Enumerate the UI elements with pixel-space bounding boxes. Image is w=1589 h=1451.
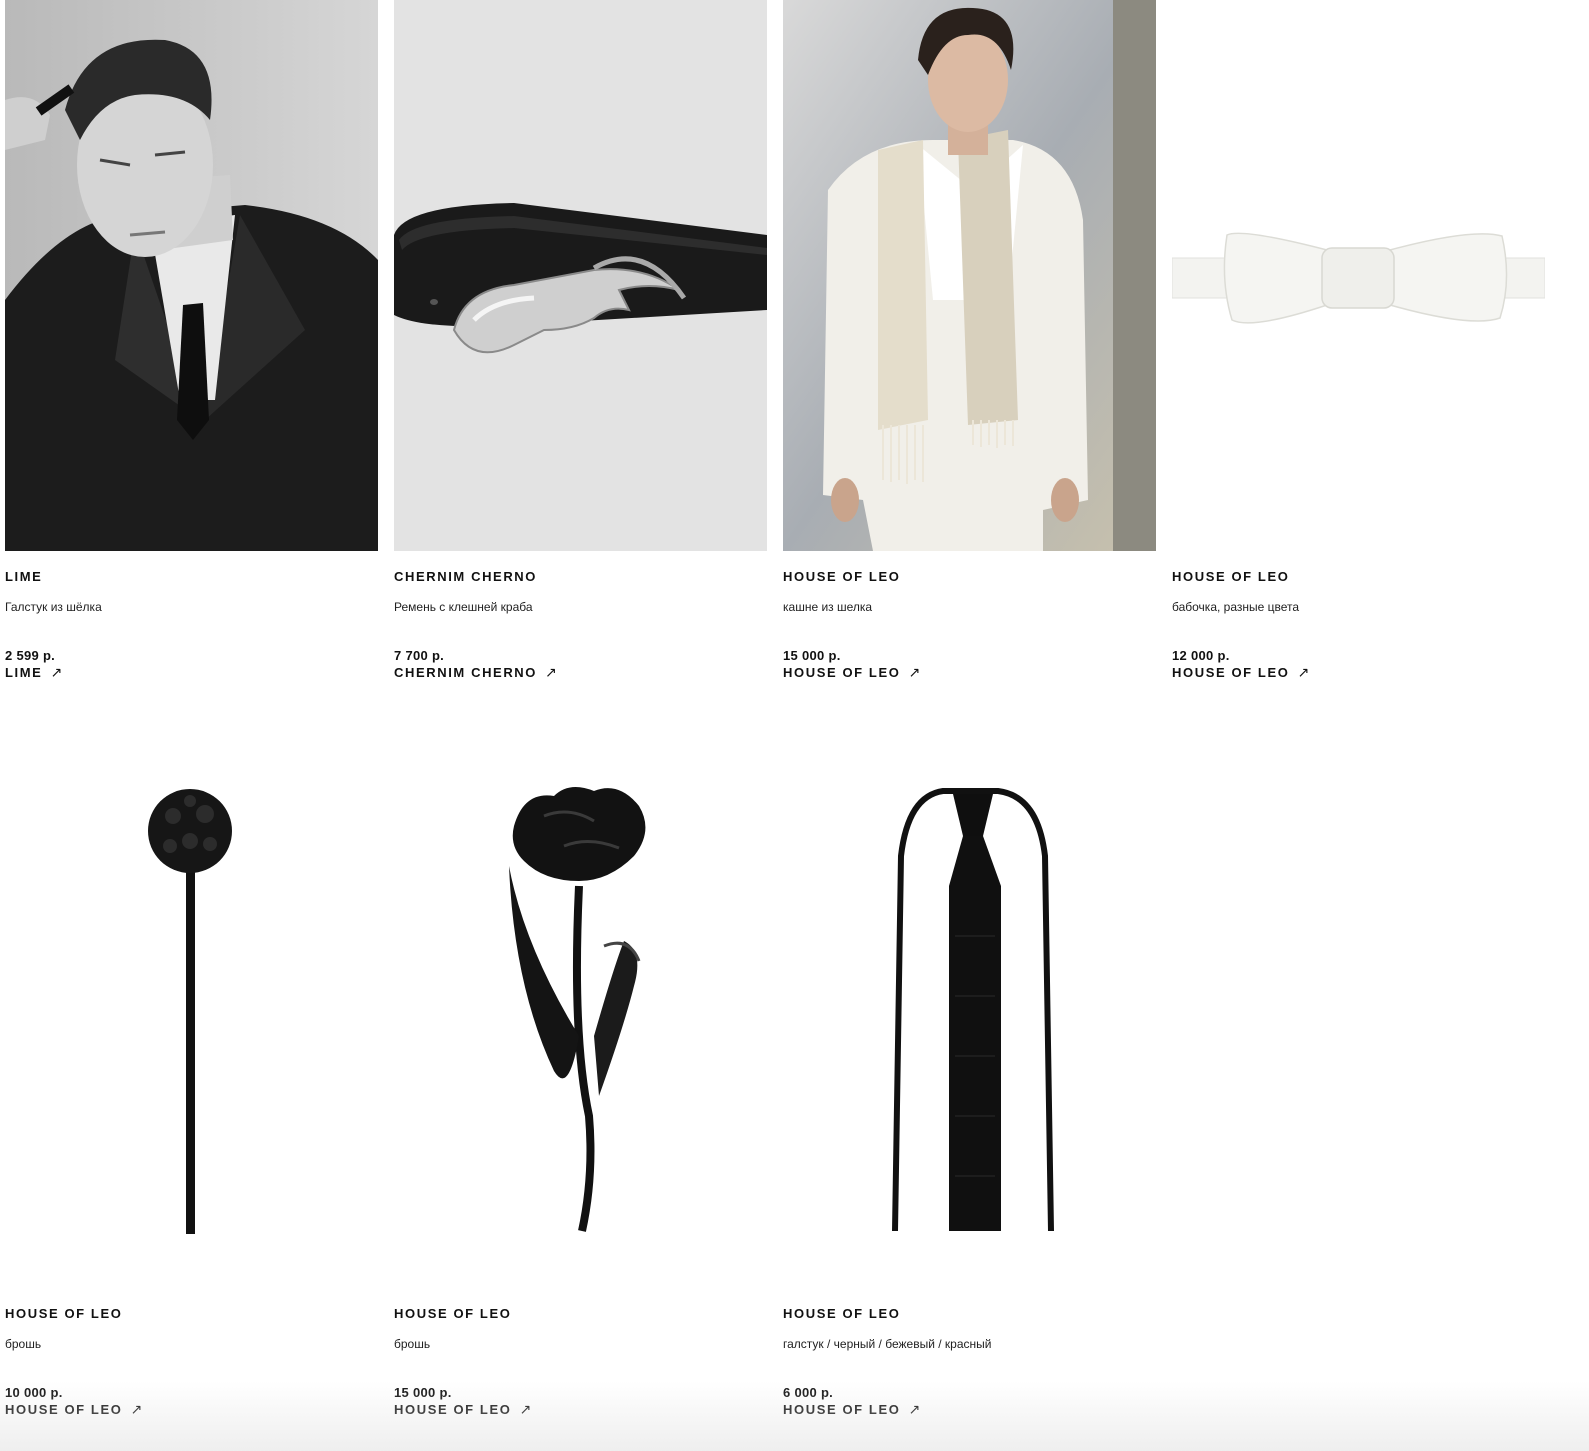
arrow-up-right-icon[interactable]: ↗ [908,664,920,681]
brand-link-label[interactable]: LIME [5,665,42,680]
product-brand: HOUSE OF LEO [394,1306,512,1321]
product-description: Галстук из шёлка [5,600,102,614]
product-description: брошь [5,1337,42,1351]
product-brand: CHERNIM CHERNO [394,569,538,584]
brand-link-label[interactable]: HOUSE OF LEO [394,1402,511,1417]
product-image-black-skinny-tie[interactable] [783,736,1156,1287]
brand-link[interactable]: HOUSE OF LEO ↗ [783,664,920,681]
brand-link-label[interactable]: HOUSE OF LEO [5,1402,122,1417]
brand-link-label[interactable]: HOUSE OF LEO [1172,665,1289,680]
arrow-up-right-icon[interactable]: ↗ [519,1401,531,1418]
product-brand: HOUSE OF LEO [1172,569,1290,584]
arrow-up-right-icon[interactable]: ↗ [50,664,62,681]
product-description: бабочка, разные цвета [1172,600,1300,614]
brand-link-label[interactable]: CHERNIM CHERNO [394,665,537,680]
product-price: 15 000 р. [783,648,841,663]
arrow-up-right-icon[interactable]: ↗ [545,664,557,681]
product-price: 12 000 р. [1172,648,1230,663]
brand-link-label[interactable]: HOUSE OF LEO [783,665,900,680]
brand-link[interactable]: LIME ↗ [5,664,62,681]
brand-link[interactable]: HOUSE OF LEO ↗ [783,1401,920,1418]
product-brand: HOUSE OF LEO [783,1306,901,1321]
brand-link[interactable]: CHERNIM CHERNO ↗ [394,664,557,681]
product-description: кашне из шелка [783,600,873,614]
product-image-model-white-scarf[interactable] [783,0,1156,551]
brand-link[interactable]: HOUSE OF LEO ↗ [394,1401,531,1418]
arrow-up-right-icon[interactable]: ↗ [130,1401,142,1418]
product-description: галстук / черный / бежевый / красный [783,1337,992,1351]
brand-link[interactable]: HOUSE OF LEO ↗ [5,1401,142,1418]
product-price: 2 599 р. [5,648,56,663]
product-brand: HOUSE OF LEO [5,1306,123,1321]
product-image-belt-crab-claw[interactable] [394,0,767,551]
product-price: 15 000 р. [394,1385,452,1400]
product-image-black-pompom-brooch[interactable] [5,736,378,1287]
arrow-up-right-icon[interactable]: ↗ [908,1401,920,1418]
brand-link[interactable]: HOUSE OF LEO ↗ [1172,664,1309,681]
product-brand: LIME [5,569,43,584]
product-image-white-bow-tie[interactable] [1172,0,1545,551]
brand-link-label[interactable]: HOUSE OF LEO [783,1402,900,1417]
product-price: 6 000 р. [783,1385,834,1400]
product-image-black-tulip-brooch[interactable] [394,736,767,1287]
product-description: Ремень с клешней краба [394,600,533,614]
product-price: 10 000 р. [5,1385,63,1400]
product-image-model-black-suit[interactable] [5,0,378,551]
product-price: 7 700 р. [394,648,445,663]
arrow-up-right-icon[interactable]: ↗ [1297,664,1309,681]
product-description: брошь [394,1337,431,1351]
product-brand: HOUSE OF LEO [783,569,901,584]
